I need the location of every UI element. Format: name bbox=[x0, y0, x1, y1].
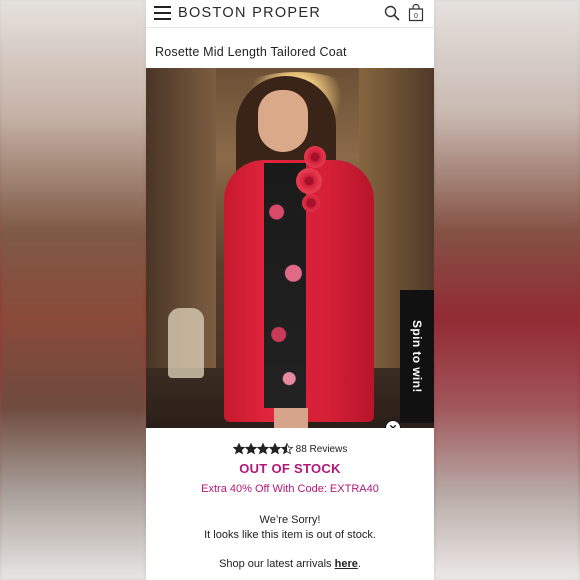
stock-status: OUT OF STOCK bbox=[239, 461, 341, 476]
shop-here-link[interactable]: here bbox=[335, 558, 358, 570]
product-rating[interactable]: 88 Reviews bbox=[146, 440, 434, 458]
mobile-page: BOSTON PROPER 0 Rosette Mid Length Tailo… bbox=[146, 0, 434, 580]
shop-arrivals-text: Shop our latest arrivals here. bbox=[219, 558, 361, 570]
reviews-count[interactable]: 88 Reviews bbox=[296, 444, 348, 455]
star-icon bbox=[280, 442, 294, 455]
search-icon[interactable] bbox=[384, 5, 400, 21]
brand-logo[interactable]: BOSTON PROPER bbox=[178, 5, 321, 21]
star-icon bbox=[244, 442, 258, 455]
menu-icon[interactable] bbox=[154, 6, 171, 20]
star-icon bbox=[268, 442, 282, 455]
spin-to-win-label: Spin to win! bbox=[410, 320, 424, 393]
model-face bbox=[258, 90, 308, 152]
star-icon bbox=[256, 442, 270, 455]
site-header: BOSTON PROPER 0 bbox=[146, 0, 434, 28]
background-blur-left bbox=[0, 0, 146, 580]
spin-to-win-tab[interactable]: Spin to win! bbox=[400, 290, 434, 423]
promo-code-text: Extra 40% Off With Code: EXTRA40 bbox=[201, 483, 379, 495]
background-blur-right bbox=[434, 0, 580, 580]
product-title: Rosette Mid Length Tailored Coat bbox=[155, 45, 347, 59]
chair bbox=[168, 308, 204, 378]
out-of-stock-message: It looks like this item is out of stock. bbox=[204, 529, 376, 541]
product-image-carousel[interactable]: Spin to win! bbox=[146, 68, 434, 428]
star-icon bbox=[232, 442, 246, 455]
sorry-heading: We’re Sorry! bbox=[259, 514, 321, 526]
star-rating bbox=[232, 440, 294, 458]
shopping-bag-icon[interactable]: 0 bbox=[408, 4, 424, 22]
bag-count: 0 bbox=[414, 13, 418, 20]
floral-dress bbox=[264, 163, 306, 408]
